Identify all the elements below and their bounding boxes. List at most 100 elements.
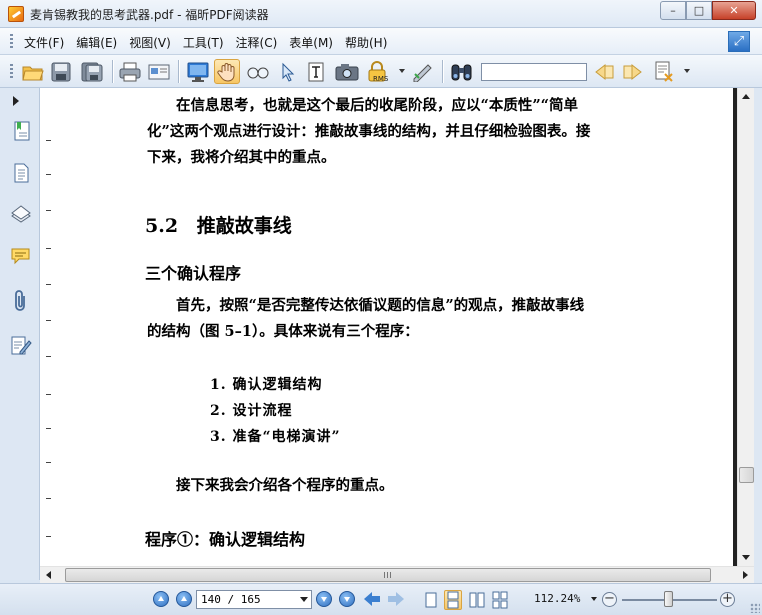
scroll-up-icon[interactable] xyxy=(742,94,750,99)
zoom-level[interactable]: 112.24% xyxy=(534,592,580,605)
next-view-button[interactable] xyxy=(388,592,404,606)
signature-edit-icon xyxy=(11,336,32,355)
facing-pages-icon xyxy=(469,592,485,608)
binoculars-icon xyxy=(451,64,472,80)
resize-grip[interactable] xyxy=(750,603,760,613)
find-input[interactable] xyxy=(481,63,587,81)
highlight-dropdown-arrow[interactable] xyxy=(684,69,690,73)
menu-grip-handle[interactable] xyxy=(10,34,13,49)
horizontal-scrollbar[interactable] xyxy=(40,566,754,583)
snapshot-icon xyxy=(335,63,359,80)
find-button[interactable] xyxy=(449,59,475,84)
highlight-button[interactable] xyxy=(652,59,678,84)
zoom-slider-thumb[interactable] xyxy=(664,591,673,607)
menu-help[interactable]: 帮助(H) xyxy=(341,34,395,51)
rms-protect-button[interactable]: RMS xyxy=(366,59,392,84)
menu-tools[interactable]: 工具(T) xyxy=(179,34,232,51)
margin-mark xyxy=(46,248,51,249)
save-button[interactable] xyxy=(48,59,74,84)
first-page-button[interactable] xyxy=(153,591,169,607)
toolbar-separator xyxy=(442,60,443,83)
scroll-left-icon[interactable] xyxy=(46,571,51,579)
attachments-panel-button[interactable] xyxy=(9,288,33,314)
email-button[interactable] xyxy=(146,59,172,84)
zoom-tool-button[interactable] xyxy=(245,59,271,84)
layers-panel-button[interactable] xyxy=(9,202,33,228)
open-button[interactable] xyxy=(20,59,46,84)
margin-mark xyxy=(46,284,51,285)
minimize-button[interactable]: – xyxy=(660,1,686,20)
continuous-facing-button[interactable] xyxy=(491,590,509,610)
snapshot-button[interactable] xyxy=(334,59,360,84)
scroll-right-icon[interactable] xyxy=(743,571,748,579)
zoom-dropdown-arrow[interactable] xyxy=(591,597,597,601)
find-next-button[interactable] xyxy=(620,59,646,84)
last-page-button[interactable] xyxy=(339,591,355,607)
typewriter-button[interactable] xyxy=(409,59,435,84)
hand-tool-icon xyxy=(217,62,235,82)
menu-view[interactable]: 视图(V) xyxy=(125,34,179,51)
open-folder-icon xyxy=(22,66,44,80)
paragraph-line: 在信息思考，也就是这个最后的收尾阶段，应以“本质性”“简单 xyxy=(176,97,579,114)
text-select-button[interactable] xyxy=(304,59,330,84)
bookmarks-icon xyxy=(14,121,30,141)
subheading: 程序①：确认逻辑结构 xyxy=(145,530,306,549)
continuous-facing-icon xyxy=(492,591,508,609)
close-button[interactable]: ✕ xyxy=(712,1,756,20)
find-previous-button[interactable] xyxy=(591,59,617,84)
print-button[interactable] xyxy=(117,59,143,84)
document-view[interactable]: 在信息思考，也就是这个最后的收尾阶段，应以“本质性”“简单 化”这两个观点进行设… xyxy=(40,88,737,566)
zoom-out-button[interactable]: − xyxy=(602,592,617,607)
page-dropdown-arrow[interactable] xyxy=(300,597,308,602)
menu-edit[interactable]: 编辑(E) xyxy=(72,34,125,51)
previous-view-button[interactable] xyxy=(364,592,380,606)
menu-comments[interactable]: 注释(C) xyxy=(232,34,286,51)
menu-file[interactable]: 文件(F) xyxy=(20,34,72,51)
right-frame xyxy=(754,88,762,580)
zoom-in-button[interactable]: + xyxy=(720,592,735,607)
menu-items: 文件(F) 编辑(E) 视图(V) 工具(T) 注释(C) 表单(M) 帮助(H… xyxy=(20,34,395,51)
text-select-icon xyxy=(308,62,324,81)
page-number-input[interactable]: 140 / 165 xyxy=(196,590,312,609)
close-icon: ✕ xyxy=(729,4,739,17)
margin-mark xyxy=(46,428,51,429)
paragraph-line: 下来，我将介绍其中的重点。 xyxy=(147,149,336,166)
margin-mark xyxy=(46,462,51,463)
single-page-button[interactable] xyxy=(422,590,440,610)
save-as-icon xyxy=(81,62,103,81)
restore-view-button[interactable]: ⤢ xyxy=(728,31,750,52)
save-as-button[interactable] xyxy=(79,59,105,84)
paperclip-icon xyxy=(15,290,25,311)
fullscreen-icon xyxy=(187,62,209,82)
margin-mark xyxy=(46,536,51,537)
continuous-page-button[interactable] xyxy=(444,590,462,610)
page-number-value: 140 / 165 xyxy=(201,593,261,606)
next-page-button[interactable] xyxy=(316,591,332,607)
menu-forms[interactable]: 表单(M) xyxy=(285,34,341,51)
next-result-icon xyxy=(623,63,642,80)
comments-panel-button[interactable] xyxy=(9,244,33,270)
zoom-tool-icon xyxy=(247,67,269,78)
layers-icon xyxy=(11,205,31,223)
margin-mark xyxy=(46,356,51,357)
comments-icon xyxy=(11,248,30,265)
bookmarks-panel-button[interactable] xyxy=(9,118,33,144)
hand-tool-button[interactable] xyxy=(214,59,240,84)
horizontal-scroll-thumb[interactable] xyxy=(65,568,711,582)
signatures-panel-button[interactable] xyxy=(9,332,33,358)
rms-dropdown-arrow[interactable] xyxy=(399,69,405,73)
pages-panel-button[interactable] xyxy=(9,160,33,186)
maximize-icon: □ xyxy=(693,4,705,17)
fullscreen-button[interactable] xyxy=(185,59,211,84)
maximize-button[interactable]: □ xyxy=(686,1,712,20)
select-arrow-button[interactable] xyxy=(275,59,301,84)
paragraph-line: 的结构（图 5–1）。具体来说有三个程序： xyxy=(147,323,419,340)
vertical-scrollbar[interactable] xyxy=(737,88,754,566)
scroll-down-icon[interactable] xyxy=(742,555,750,560)
subheading: 三个确认程序 xyxy=(145,264,242,283)
vertical-scroll-thumb[interactable] xyxy=(739,467,754,483)
previous-page-button[interactable] xyxy=(176,591,192,607)
expand-panel-arrow-icon[interactable] xyxy=(13,96,19,106)
facing-pages-button[interactable] xyxy=(468,590,486,610)
toolbar-grip-handle[interactable] xyxy=(10,64,13,79)
